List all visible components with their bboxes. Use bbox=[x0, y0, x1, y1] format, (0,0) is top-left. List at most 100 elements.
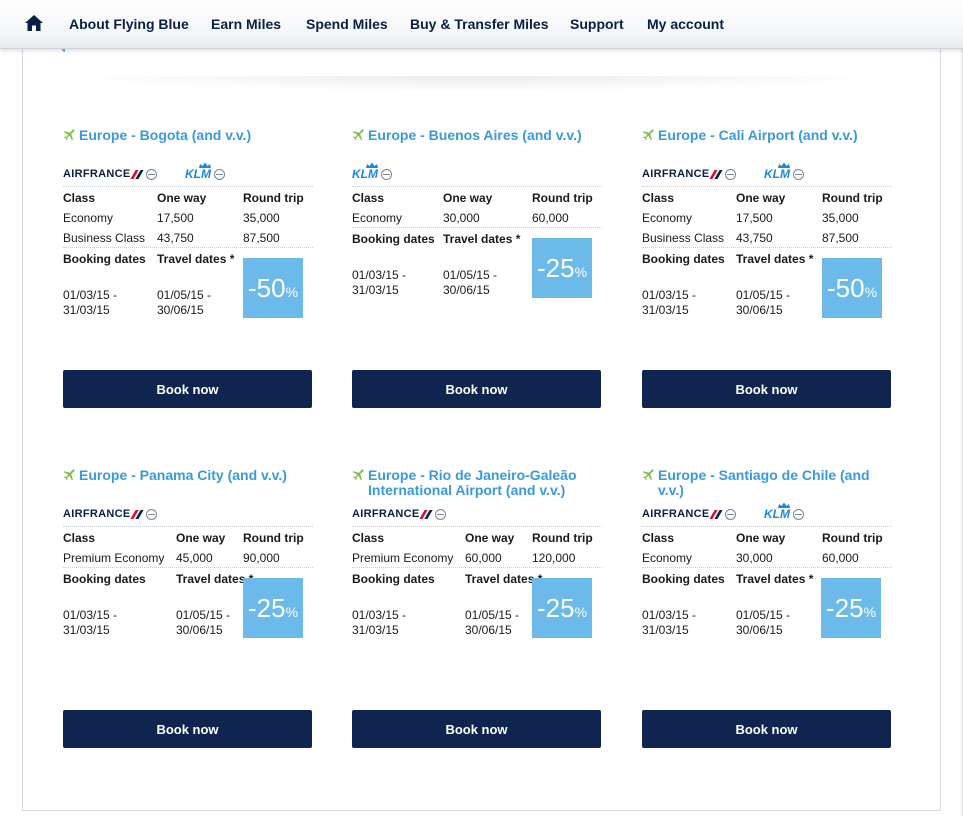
travel-dates-value: 01/05/15 -30/06/15 bbox=[736, 608, 790, 638]
fare-row: Business Class 43,750 87,500 bbox=[63, 227, 313, 247]
header-one-way: One way bbox=[736, 191, 786, 205]
skyteam-icon bbox=[793, 169, 804, 180]
airline-logos: AIRFRANCE KLM bbox=[63, 162, 313, 186]
travel-date-to: 30/06/15 bbox=[157, 303, 204, 317]
nav-earn-miles[interactable]: Earn Miles bbox=[211, 16, 281, 32]
nav-about-flying-blue[interactable]: About Flying Blue bbox=[69, 16, 189, 32]
travel-dates-value: 01/05/15 -30/06/15 bbox=[465, 608, 519, 638]
nav-my-account[interactable]: My account bbox=[647, 16, 724, 32]
nav-buy-transfer-miles[interactable]: Buy & Transfer Miles bbox=[410, 16, 549, 32]
fare-table-header: Class One way Round trip bbox=[63, 187, 313, 207]
klm-wordmark-row: KLM bbox=[352, 168, 392, 180]
booking-dates-label: Booking dates bbox=[63, 572, 146, 586]
airfrance-stripe-icon bbox=[421, 510, 431, 518]
skyteam-icon bbox=[214, 169, 225, 180]
top-navigation: About Flying Blue Earn Miles Spend Miles… bbox=[0, 0, 963, 49]
nav-support[interactable]: Support bbox=[570, 16, 624, 32]
book-now-button[interactable]: Book now bbox=[352, 710, 601, 748]
skyteam-icon bbox=[793, 509, 804, 520]
travel-dates-value: 01/05/15 -30/06/15 bbox=[736, 288, 790, 318]
book-now-button[interactable]: Book now bbox=[352, 370, 601, 408]
home-icon[interactable] bbox=[24, 13, 44, 33]
skyteam-icon bbox=[435, 508, 447, 520]
travel-date-to: 30/06/15 bbox=[443, 283, 490, 297]
offer-route-link[interactable]: Europe - Cali Airport (and v.v.) bbox=[642, 128, 892, 162]
offer-route-link[interactable]: Europe - Bogota (and v.v.) bbox=[63, 128, 313, 162]
discount-value: -50 bbox=[247, 272, 286, 303]
fare-one-way: 60,000 bbox=[465, 551, 502, 565]
offer-card: Europe - Panama City (and v.v.) AIRFRANCE… bbox=[63, 468, 313, 658]
fare-class: Premium Economy bbox=[63, 551, 165, 565]
airfrance-wordmark: AIRFRANCE bbox=[63, 508, 131, 520]
nav-spend-miles[interactable]: Spend Miles bbox=[306, 16, 388, 32]
airfrance-wordmark: AIRFRANCE bbox=[352, 508, 420, 520]
airline-logos: AIRFRANCE KLM bbox=[642, 162, 892, 186]
dates-block: Booking dates Travel dates * 01/03/15 -31/… bbox=[352, 228, 602, 318]
dates-block: Booking dates Travel dates * 01/03/15 -31/… bbox=[642, 248, 892, 338]
booking-dates-value: 01/03/15 -31/03/15 bbox=[642, 288, 696, 318]
klm-logo: KLM bbox=[764, 162, 804, 180]
discount-unit: % bbox=[864, 284, 878, 300]
travel-dates-value: 01/05/15 -30/06/15 bbox=[176, 608, 230, 638]
fare-table-header: Class One way Round trip bbox=[642, 527, 892, 547]
book-now-button[interactable]: Book now bbox=[642, 710, 891, 748]
offer-route-link[interactable]: Europe - Panama City (and v.v.) bbox=[63, 468, 313, 502]
booking-date-to: 31/03/15 bbox=[63, 623, 110, 637]
fare-row: Economy 17,500 35,000 bbox=[63, 207, 313, 227]
fare-class: Economy bbox=[63, 211, 114, 225]
header-class: Class bbox=[352, 531, 385, 545]
discount-unit: % bbox=[285, 284, 299, 300]
fare-one-way: 30,000 bbox=[443, 211, 480, 225]
skyteam-icon bbox=[146, 508, 158, 520]
travel-date-from: 01/05/15 - bbox=[736, 288, 791, 302]
booking-date-to: 31/03/15 bbox=[63, 303, 110, 317]
dates-block: Booking dates Travel dates * 01/03/15 -31/… bbox=[642, 568, 892, 658]
offer-route-link[interactable]: Europe - Santiago de Chile (and v.v.) bbox=[642, 468, 892, 502]
airline-logos: AIRFRANCE KLM bbox=[642, 502, 892, 526]
klm-wordmark-row: KLM bbox=[185, 168, 225, 180]
header-class: Class bbox=[642, 531, 675, 545]
header-one-way: One way bbox=[157, 191, 207, 205]
discount-badge: -25% bbox=[532, 578, 592, 638]
fare-one-way: 43,750 bbox=[736, 231, 773, 245]
book-now-button[interactable]: Book now bbox=[642, 370, 891, 408]
airfrance-logo: AIRFRANCE bbox=[642, 508, 737, 520]
header-class: Class bbox=[352, 191, 385, 205]
klm-logo: KLM bbox=[185, 162, 225, 180]
travel-date-from: 01/05/15 - bbox=[176, 608, 231, 622]
fare-row: Premium Economy 45,000 90,000 bbox=[63, 547, 313, 567]
booking-date-from: 01/03/15 - bbox=[63, 608, 118, 622]
fare-round-trip: 35,000 bbox=[822, 211, 859, 225]
header-class: Class bbox=[642, 191, 675, 205]
offer-route-label: Europe - Bogota (and v.v.) bbox=[79, 127, 252, 143]
fare-round-trip: 60,000 bbox=[822, 551, 859, 565]
booking-date-from: 01/03/15 - bbox=[352, 608, 407, 622]
fare-class: Economy bbox=[642, 211, 693, 225]
klm-wordmark: KLM bbox=[764, 507, 790, 521]
offer-card: Europe - Cali Airport (and v.v.) AIRFRANC… bbox=[642, 128, 892, 338]
fare-round-trip: 87,500 bbox=[243, 231, 280, 245]
klm-wordmark: KLM bbox=[764, 167, 790, 181]
offer-card: Europe - Rio de Janeiro-Galeão Internati… bbox=[352, 468, 602, 658]
offer-route-link[interactable]: Europe - Buenos Aires (and v.v.) bbox=[352, 128, 602, 162]
airline-logos: KLM bbox=[352, 162, 602, 186]
book-now-button[interactable]: Book now bbox=[63, 710, 312, 748]
fare-one-way: 17,500 bbox=[736, 211, 773, 225]
discount-badge: -25% bbox=[821, 578, 881, 638]
fare-round-trip: 35,000 bbox=[243, 211, 280, 225]
fare-class: Economy bbox=[642, 551, 693, 565]
travel-date-to: 30/06/15 bbox=[736, 623, 783, 637]
booking-dates-value: 01/03/15 -31/03/15 bbox=[63, 288, 117, 318]
booking-dates-label: Booking dates bbox=[642, 252, 725, 266]
dates-block: Booking dates Travel dates * 01/03/15 -31/… bbox=[352, 568, 602, 658]
airline-logos: AIRFRANCE bbox=[352, 502, 602, 526]
book-now-button[interactable]: Book now bbox=[63, 370, 312, 408]
discount-unit: % bbox=[285, 604, 299, 620]
offer-route-label: Europe - Buenos Aires (and v.v.) bbox=[368, 127, 582, 143]
header-round-trip: Round trip bbox=[243, 191, 304, 205]
offer-card: Europe - Buenos Aires (and v.v.) KLM Class… bbox=[352, 128, 602, 318]
offer-route-link[interactable]: Europe - Rio de Janeiro-Galeão Internati… bbox=[352, 468, 602, 502]
airline-logos: AIRFRANCE bbox=[63, 502, 313, 526]
booking-dates-label: Booking dates bbox=[63, 252, 146, 266]
airfrance-logo: AIRFRANCE bbox=[63, 168, 158, 180]
